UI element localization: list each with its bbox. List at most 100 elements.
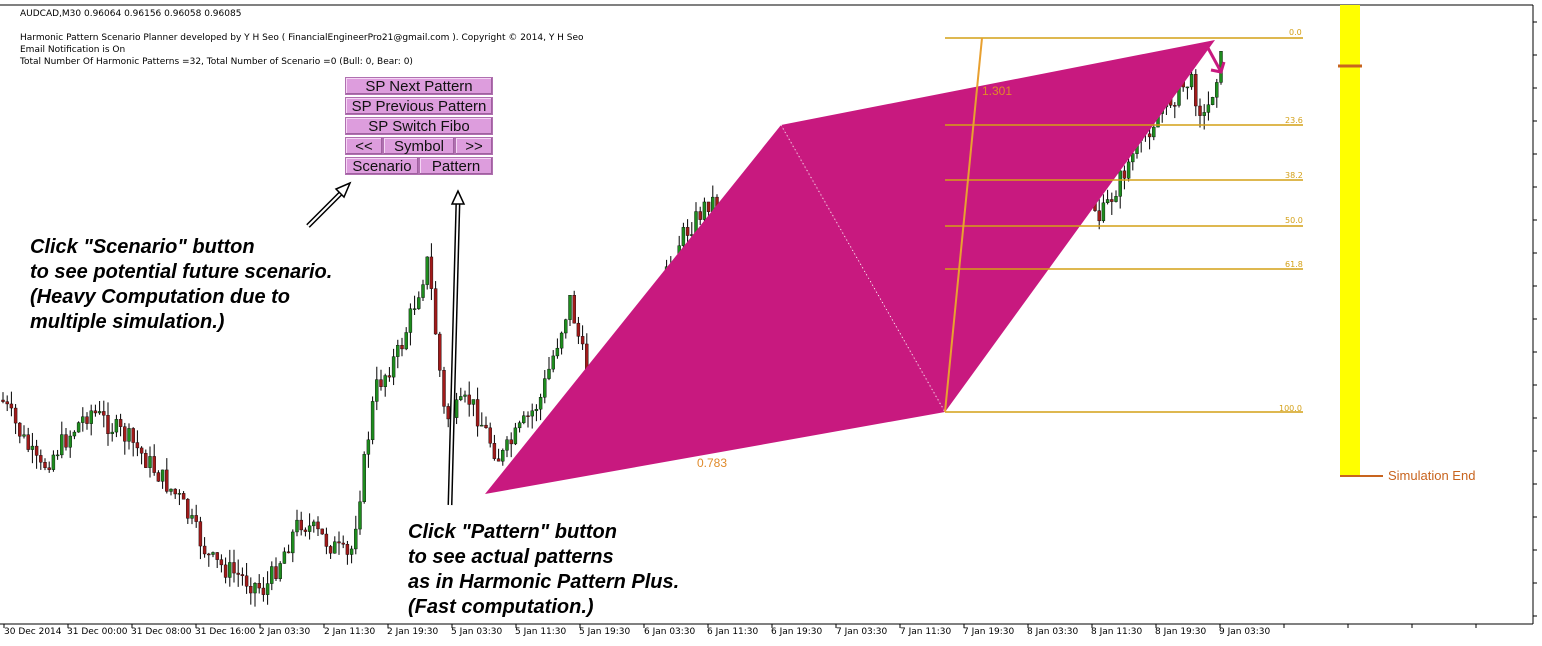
candle-body [55, 454, 60, 457]
candle-body [274, 566, 278, 579]
candle-body [685, 227, 690, 236]
candle-body [165, 469, 169, 492]
candle-body [702, 201, 707, 220]
candle-body [442, 370, 446, 407]
time-tick: 31 Dec 00:00 [67, 627, 128, 637]
candle-body [568, 295, 572, 320]
time-tick: 6 Jan 19:30 [771, 627, 823, 637]
candle-body [152, 456, 156, 473]
candle-body [433, 288, 438, 335]
symbol-button[interactable]: Symbol [383, 137, 455, 155]
previous-symbol-button[interactable]: << [345, 137, 383, 155]
candle-body [1202, 112, 1206, 116]
candle-body [408, 308, 413, 333]
candle-body [513, 427, 518, 445]
candle-body [72, 431, 77, 437]
time-tick: 5 Jan 03:30 [451, 627, 503, 637]
candle-body [270, 566, 274, 584]
candle-body [240, 574, 245, 577]
candle-body [681, 227, 686, 246]
candle-body [559, 332, 564, 349]
candle-body [265, 583, 270, 595]
candle-body [341, 542, 345, 545]
candle-body [429, 256, 434, 289]
candle-body [706, 201, 711, 212]
candle-body [530, 410, 534, 417]
candle-body [307, 525, 312, 532]
pattern-pointer-arrow-icon [447, 189, 466, 506]
candle-body [106, 415, 110, 435]
candle-body [480, 424, 484, 427]
email-notification-status: Email Notification is On [20, 45, 126, 55]
candle-body [543, 378, 547, 398]
candle-body [291, 531, 295, 554]
candle-body [328, 546, 333, 554]
candle-body [320, 528, 324, 535]
candle-body [1, 399, 5, 402]
time-tick: 6 Jan 03:30 [644, 627, 696, 637]
candle-body [190, 515, 194, 519]
candle-body [194, 515, 198, 522]
pattern-button[interactable]: Pattern [419, 157, 493, 175]
candle-body [551, 355, 555, 370]
candle-body [358, 501, 362, 530]
candle-body [538, 397, 543, 410]
candle-body [13, 407, 18, 424]
candle-body [257, 583, 261, 589]
time-tick: 8 Jan 11:30 [1091, 627, 1143, 637]
candle-body [1215, 82, 1219, 98]
candle-body [425, 256, 429, 285]
candle-body [366, 439, 371, 455]
candle-body [186, 499, 190, 519]
candle-body [337, 541, 341, 544]
candle-body [379, 379, 383, 387]
candle-body [303, 529, 308, 532]
pattern-count-line: Total Number Of Harmonic Patterns =32, T… [20, 57, 413, 67]
candle-body [39, 455, 43, 463]
candle-body [383, 375, 387, 387]
candle-body [475, 399, 480, 427]
candle-body [1101, 202, 1106, 222]
candle-body [249, 586, 253, 594]
candle-body [354, 528, 358, 550]
time-tick: 5 Jan 19:30 [579, 627, 631, 637]
candle-body [555, 347, 560, 357]
candle-body [471, 399, 476, 405]
candle-body [110, 431, 114, 435]
candle-body [1110, 199, 1114, 202]
candle-body [404, 332, 408, 350]
candle-body [160, 469, 165, 482]
candle-body [1185, 86, 1190, 89]
candle-body [534, 408, 539, 412]
fibo-label-100: 100.0 [1279, 404, 1302, 413]
candle-body [236, 572, 240, 575]
candle-body [505, 439, 509, 451]
candle-body [131, 428, 135, 443]
candle-body [370, 401, 375, 441]
candle-body [181, 493, 186, 500]
candle-body [148, 456, 152, 468]
time-tick: 7 Jan 03:30 [836, 627, 888, 637]
sp-previous-pattern-button[interactable]: SP Previous Pattern [345, 97, 493, 115]
sp-switch-fibo-button[interactable]: SP Switch Fibo [345, 117, 493, 135]
scenario-button[interactable]: Scenario [345, 157, 419, 175]
candle-body [295, 519, 299, 533]
time-tick: 2 Jan 19:30 [387, 627, 439, 637]
candle-body [26, 434, 30, 450]
candle-body [1210, 97, 1215, 105]
candle-body [9, 403, 14, 409]
simulation-end-label: Simulation End [1388, 468, 1476, 483]
candle-body [51, 454, 56, 470]
candle-body [459, 396, 463, 400]
sp-next-pattern-button[interactable]: SP Next Pattern [345, 77, 493, 95]
candle-body [22, 434, 26, 437]
candle-body [299, 519, 303, 531]
candle-body [1189, 74, 1194, 88]
scenario-pointer-arrow-icon [306, 181, 352, 228]
candle-body [1131, 153, 1135, 163]
candle-body [1206, 104, 1211, 113]
candle-body [81, 416, 85, 423]
next-symbol-button[interactable]: >> [455, 137, 493, 155]
candle-body [324, 533, 329, 547]
time-tick: 5 Jan 11:30 [515, 627, 567, 637]
